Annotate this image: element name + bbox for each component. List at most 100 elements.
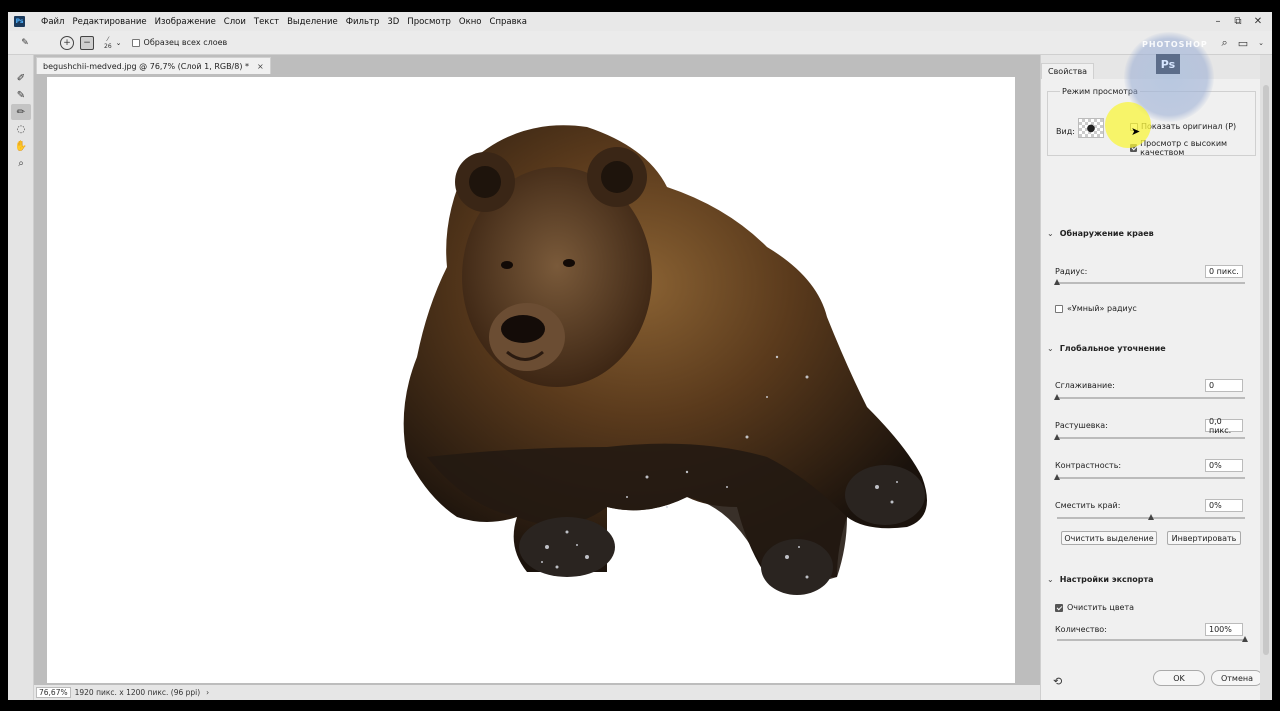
ok-button[interactable]: OK xyxy=(1153,670,1205,686)
view-label: Вид: xyxy=(1056,127,1075,136)
shift-edge-input[interactable]: 0% xyxy=(1205,499,1243,512)
smart-radius-checkbox[interactable] xyxy=(1055,304,1063,313)
chevron-down-icon: ⌄ xyxy=(1047,344,1054,353)
feather-slider[interactable] xyxy=(1054,434,1245,440)
smooth-input[interactable]: 0 xyxy=(1205,379,1243,392)
contrast-label: Контрастность: xyxy=(1055,461,1122,470)
menu-bar: Ps Файл Редактирование Изображение Слои … xyxy=(8,12,1272,31)
view-mode-thumbnail-icon: ● xyxy=(1086,122,1096,134)
panel-scrollbar[interactable] xyxy=(1260,55,1272,700)
invert-button[interactable]: Инвертировать xyxy=(1167,531,1241,545)
close-tab-icon[interactable]: × xyxy=(257,62,264,71)
menu-file[interactable]: Файл xyxy=(37,17,68,27)
search-icon[interactable]: ⌕ xyxy=(1222,36,1228,50)
menu-3d[interactable]: 3D xyxy=(383,17,403,27)
menu-edit[interactable]: Редактирование xyxy=(68,17,150,27)
feather-slider-knob[interactable] xyxy=(1054,434,1060,440)
menu-image[interactable]: Изображение xyxy=(151,17,220,27)
amount-slider[interactable] xyxy=(1057,636,1248,642)
zoom-tool-icon[interactable]: ⌕ xyxy=(11,155,31,171)
scrollbar-thumb[interactable] xyxy=(1263,85,1269,655)
decontaminate-option[interactable]: Очистить цвета xyxy=(1055,603,1134,612)
document-title: begushchii-medved.jpg @ 76,7% (Слой 1, R… xyxy=(43,61,250,71)
sample-all-layers-checkbox[interactable] xyxy=(131,38,140,47)
status-arrow-icon[interactable]: › xyxy=(206,688,209,697)
menu-type[interactable]: Текст xyxy=(250,17,283,27)
subtract-from-selection-icon[interactable]: − xyxy=(80,35,94,50)
watermark-text: PHOTOSHOP xyxy=(1142,40,1208,49)
contrast-input[interactable]: 0% xyxy=(1205,459,1243,472)
chevron-down-icon: ⌄ xyxy=(1047,229,1054,238)
cursor-highlight xyxy=(1105,102,1151,148)
feather-input[interactable]: 0,0 пикс. xyxy=(1205,417,1243,435)
global-refinements-title: Глобальное уточнение xyxy=(1059,344,1166,353)
document-tab[interactable]: begushchii-medved.jpg @ 76,7% (Слой 1, R… xyxy=(36,57,271,74)
smart-radius-option[interactable]: «Умный» радиус xyxy=(1055,304,1137,313)
quick-selection-tool-icon[interactable]: ✐ xyxy=(11,70,31,86)
radius-input[interactable]: 0 пикс. xyxy=(1205,265,1243,278)
brush-size-picker[interactable]: ⁄ 26 xyxy=(104,36,112,50)
decontaminate-checkbox[interactable] xyxy=(1055,603,1063,612)
minimize-icon[interactable]: – xyxy=(1208,16,1228,27)
menu-filter[interactable]: Фильтр xyxy=(342,17,384,27)
shift-edge-label: Сместить край: xyxy=(1055,501,1121,510)
refine-brush-tool-icon[interactable]: ✎ xyxy=(18,36,32,50)
high-quality-label: Просмотр с высоким качеством xyxy=(1140,139,1228,157)
menu-layers[interactable]: Слои xyxy=(220,17,250,27)
watermark-logo-icon: Ps xyxy=(1156,54,1180,74)
amount-input[interactable]: 100% xyxy=(1205,623,1243,636)
reset-icon[interactable]: ⟲ xyxy=(1053,675,1062,688)
refine-edge-brush-tool-icon[interactable]: ✎ xyxy=(11,87,31,103)
document-area: begushchii-medved.jpg @ 76,7% (Слой 1, R… xyxy=(34,55,1040,700)
brush-tool-icon[interactable]: ✏ xyxy=(11,104,31,120)
decontaminate-label: Очистить цвета xyxy=(1067,603,1135,612)
amount-slider-knob[interactable] xyxy=(1242,636,1248,642)
add-to-selection-icon[interactable]: + xyxy=(60,35,74,50)
sample-all-layers-option[interactable]: Образец всех слоев xyxy=(131,38,227,47)
high-quality-option[interactable]: Просмотр с высоким качеством xyxy=(1130,139,1255,157)
amount-label: Количество: xyxy=(1055,625,1107,634)
output-settings-header[interactable]: ⌄ Настройки экспорта xyxy=(1047,575,1154,584)
restore-icon[interactable]: ⧉ xyxy=(1228,16,1248,27)
workspace-icon[interactable]: ▭ xyxy=(1238,37,1248,50)
contrast-slider[interactable] xyxy=(1054,474,1245,480)
edge-detection-title: Обнаружение краев xyxy=(1059,229,1154,238)
tools-panel: ✐ ✎ ✏ ◌ ✋ ⌕ xyxy=(8,55,34,700)
zoom-level[interactable]: 76,67% xyxy=(36,687,71,698)
radius-slider-knob[interactable] xyxy=(1054,279,1060,285)
smooth-label: Сглаживание: xyxy=(1055,381,1115,390)
options-bar: ✎ + − ⁄ 26 ⌄ Образец всех слоев ⌕ ▭ ⌄ xyxy=(8,31,1272,55)
menu-window[interactable]: Окно xyxy=(455,17,486,27)
lasso-tool-icon[interactable]: ◌ xyxy=(11,121,31,137)
smooth-slider[interactable] xyxy=(1054,394,1245,400)
view-mode-picker[interactable]: ● xyxy=(1078,118,1104,138)
menu-help[interactable]: Справка xyxy=(486,17,531,27)
chevron-down-icon[interactable]: ⌄ xyxy=(116,39,122,47)
radius-label: Радиус: xyxy=(1055,267,1088,276)
global-refinements-header[interactable]: ⌄ Глобальное уточнение xyxy=(1047,344,1166,353)
edge-detection-header[interactable]: ⌄ Обнаружение краев xyxy=(1047,229,1154,238)
brush-size-value: 26 xyxy=(104,42,112,50)
properties-tab[interactable]: Свойства xyxy=(1041,63,1095,79)
mouse-cursor-icon: ➤ xyxy=(1131,125,1141,138)
brush-preset-icon: ⁄ xyxy=(107,35,109,43)
photoshop-logo-icon: Ps xyxy=(14,16,25,27)
contrast-slider-knob[interactable] xyxy=(1054,474,1060,480)
chevron-down-icon: ⌄ xyxy=(1047,575,1054,584)
close-icon[interactable]: ✕ xyxy=(1248,16,1268,27)
hand-tool-icon[interactable]: ✋ xyxy=(11,138,31,154)
smooth-slider-knob[interactable] xyxy=(1054,394,1060,400)
cancel-button[interactable]: Отмена xyxy=(1211,670,1263,686)
image-canvas[interactable] xyxy=(47,77,1015,683)
document-info: 1920 пикс. x 1200 пикс. (96 ppi) xyxy=(74,688,201,697)
bear-image xyxy=(403,125,928,595)
radius-slider[interactable] xyxy=(1054,279,1245,285)
shift-edge-slider-knob[interactable] xyxy=(1148,514,1154,520)
feather-label: Растушевка: xyxy=(1055,421,1108,430)
menu-select[interactable]: Выделение xyxy=(283,17,342,27)
chevron-down-icon[interactable]: ⌄ xyxy=(1258,39,1264,47)
clear-selection-button[interactable]: Очистить выделение xyxy=(1061,531,1157,545)
shift-edge-slider[interactable] xyxy=(1057,514,1245,520)
output-settings-title: Настройки экспорта xyxy=(1059,575,1154,584)
menu-view[interactable]: Просмотр xyxy=(403,17,455,27)
